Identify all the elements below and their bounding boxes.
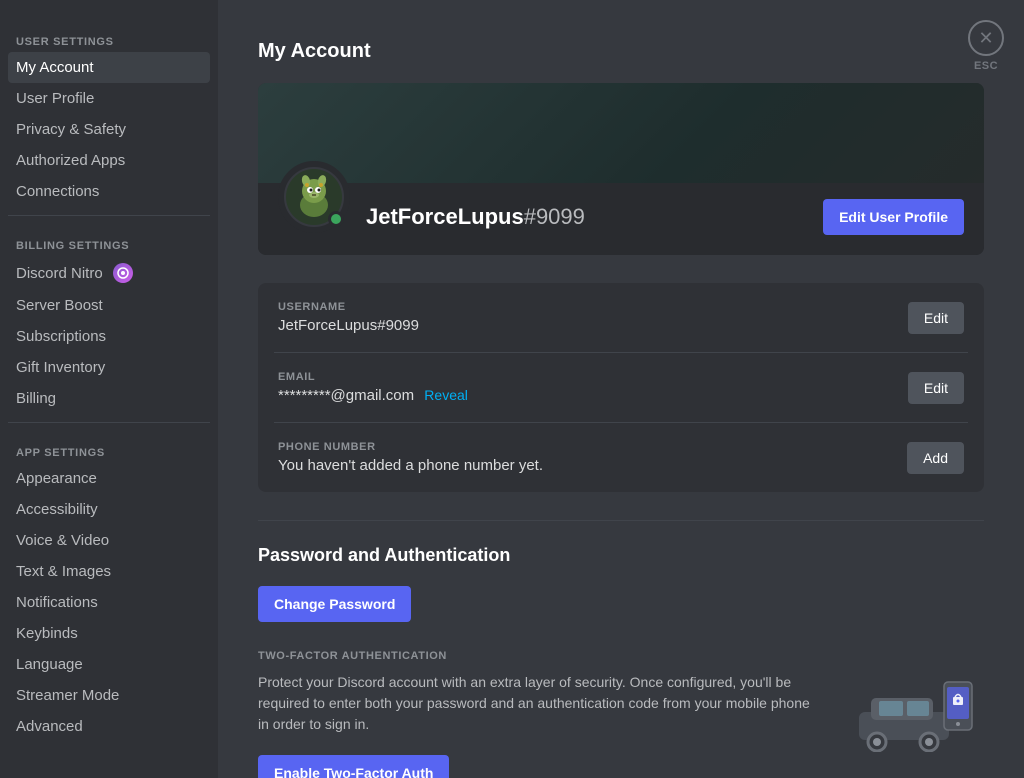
sidebar-item-advanced[interactable]: Advanced: [8, 711, 210, 742]
tfa-label: TWO-FACTOR AUTHENTICATION: [258, 650, 984, 662]
enable-2fa-button[interactable]: Enable Two-Factor Auth: [258, 755, 449, 778]
sidebar-item-connections[interactable]: Connections: [8, 176, 210, 207]
sidebar-divider-1: [8, 422, 210, 423]
sidebar-item-subscriptions[interactable]: Subscriptions: [8, 321, 210, 352]
sidebar-item-label-appearance: Appearance: [16, 470, 97, 487]
avatar-status-indicator: [328, 211, 344, 227]
sidebar-item-text-images[interactable]: Text & Images: [8, 556, 210, 587]
tfa-content: Protect your Discord account with an ext…: [258, 672, 984, 778]
sidebar-item-label-server-boost: Server Boost: [16, 297, 103, 314]
sidebar-item-my-account[interactable]: My Account: [8, 52, 210, 83]
sidebar-item-label-connections: Connections: [16, 183, 99, 200]
sidebar-item-label-user-profile: User Profile: [16, 90, 94, 107]
phone-label: PHONE NUMBER: [278, 441, 907, 453]
sidebar-item-notifications[interactable]: Notifications: [8, 587, 210, 618]
sidebar-item-server-boost[interactable]: Server Boost: [8, 290, 210, 321]
sidebar-item-authorized-apps[interactable]: Authorized Apps: [8, 145, 210, 176]
page-title: My Account: [258, 40, 984, 63]
sidebar-divider-0: [8, 215, 210, 216]
sidebar-item-voice-video[interactable]: Voice & Video: [8, 525, 210, 556]
sidebar-item-user-profile[interactable]: User Profile: [8, 83, 210, 114]
sidebar: USER SETTINGS My Account User Profile Priva…: [0, 0, 218, 778]
sidebar-section-label-0: USER SETTINGS: [8, 20, 210, 52]
username-row: USERNAME JetForceLupus#9099 Edit: [274, 283, 968, 353]
username-value: JetForceLupus#9099: [278, 317, 908, 334]
sidebar-item-language[interactable]: Language: [8, 649, 210, 680]
phone-value: You haven't added a phone number yet.: [278, 457, 907, 474]
email-value: *********@gmail.com Reveal: [278, 387, 908, 404]
edit-email-button[interactable]: Edit: [908, 372, 964, 404]
sidebar-section-label-1: BILLING SETTINGS: [8, 224, 210, 256]
email-label: EMAIL: [278, 371, 908, 383]
sidebar-item-accessibility[interactable]: Accessibility: [8, 494, 210, 525]
sidebar-section-label-2: APP SETTINGS: [8, 431, 210, 463]
add-phone-button[interactable]: Add: [907, 442, 964, 474]
sidebar-item-label-keybinds: Keybinds: [16, 625, 78, 642]
nitro-badge: [113, 263, 133, 283]
main-content: ✕ ESC My Account: [218, 0, 1024, 778]
tfa-section: TWO-FACTOR AUTHENTICATION Protect your D…: [258, 650, 984, 778]
sidebar-item-label-accessibility: Accessibility: [16, 501, 98, 518]
sidebar-item-label-notifications: Notifications: [16, 594, 98, 611]
sidebar-item-label-voice-video: Voice & Video: [16, 532, 109, 549]
profile-card: JetForceLupus#9099 Edit User Profile: [258, 83, 984, 255]
phone-row: PHONE NUMBER You haven't added a phone n…: [274, 423, 968, 492]
tfa-illustration: [844, 672, 984, 752]
sidebar-item-label-subscriptions: Subscriptions: [16, 328, 106, 345]
sidebar-item-appearance[interactable]: Appearance: [8, 463, 210, 494]
esc-label: ESC: [974, 60, 998, 72]
profile-username: JetForceLupus#9099: [366, 204, 807, 230]
account-details: USERNAME JetForceLupus#9099 Edit EMAIL *…: [258, 283, 984, 492]
tfa-description: Protect your Discord account with an ext…: [258, 672, 824, 735]
close-icon[interactable]: ✕: [968, 20, 1004, 56]
sidebar-item-label-advanced: Advanced: [16, 718, 83, 735]
esc-button[interactable]: ✕ ESC: [968, 20, 1004, 72]
profile-banner: [258, 83, 984, 183]
sidebar-item-label-my-account: My Account: [16, 59, 94, 76]
profile-info-row: JetForceLupus#9099 Edit User Profile: [258, 183, 984, 255]
sidebar-item-label-authorized-apps: Authorized Apps: [16, 152, 125, 169]
email-row: EMAIL *********@gmail.com Reveal Edit: [274, 353, 968, 423]
avatar-wrap: [278, 161, 350, 233]
sidebar-item-keybinds[interactable]: Keybinds: [8, 618, 210, 649]
reveal-email-link[interactable]: Reveal: [424, 387, 468, 403]
sidebar-item-gift-inventory[interactable]: Gift Inventory: [8, 352, 210, 383]
edit-profile-button[interactable]: Edit User Profile: [823, 199, 964, 235]
sidebar-item-label-gift-inventory: Gift Inventory: [16, 359, 105, 376]
nitro-icon: [113, 263, 133, 283]
sidebar-item-label-discord-nitro: Discord Nitro: [16, 265, 103, 282]
sidebar-item-label-billing: Billing: [16, 390, 56, 407]
sidebar-item-label-language: Language: [16, 656, 83, 673]
change-password-button[interactable]: Change Password: [258, 586, 411, 622]
sidebar-item-discord-nitro[interactable]: Discord Nitro: [8, 256, 210, 290]
sidebar-item-streamer-mode[interactable]: Streamer Mode: [8, 680, 210, 711]
sidebar-item-label-streamer-mode: Streamer Mode: [16, 687, 119, 704]
sidebar-item-label-text-images: Text & Images: [16, 563, 111, 580]
sidebar-item-privacy-safety[interactable]: Privacy & Safety: [8, 114, 210, 145]
edit-username-button[interactable]: Edit: [908, 302, 964, 334]
username-label: USERNAME: [278, 301, 908, 313]
sidebar-item-label-privacy-safety: Privacy & Safety: [16, 121, 126, 138]
password-section-title: Password and Authentication: [258, 541, 984, 566]
section-divider: [258, 520, 984, 521]
sidebar-item-billing[interactable]: Billing: [8, 383, 210, 414]
